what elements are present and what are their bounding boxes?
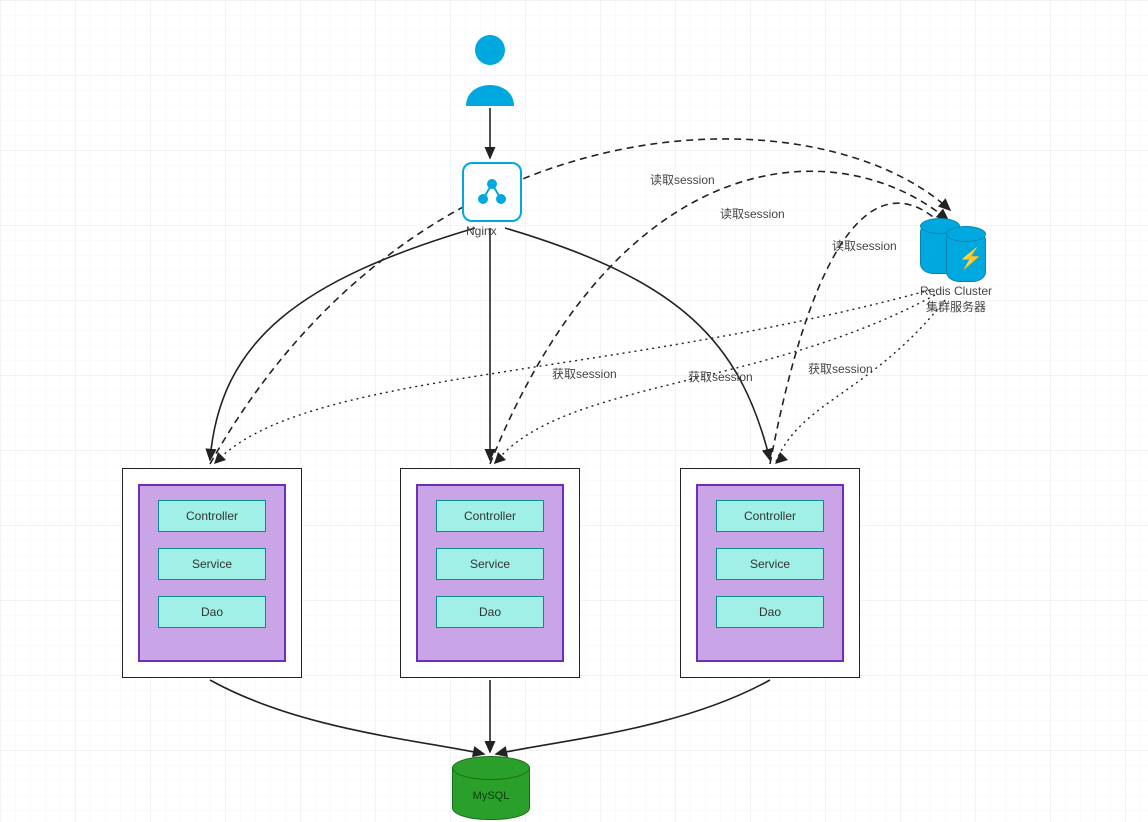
redis-label: Redis Cluster 集群服务器 bbox=[876, 284, 1036, 315]
edge-label-read1: 读取session bbox=[650, 171, 715, 188]
app1-dao: Dao bbox=[158, 596, 266, 628]
app1-inner: Controller Service Dao bbox=[138, 484, 286, 662]
mysql-label: MySQL bbox=[452, 790, 530, 802]
edge-label-get2: 获取session bbox=[688, 368, 753, 385]
nginx-node bbox=[462, 162, 522, 222]
app3-controller: Controller bbox=[716, 500, 824, 532]
mysql-node: MySQL bbox=[452, 756, 530, 820]
edge-label-read2: 读取session bbox=[720, 205, 785, 222]
app3-service: Service bbox=[716, 548, 824, 580]
nginx-box bbox=[462, 162, 522, 222]
edge-label-read3: 读取session bbox=[832, 237, 897, 254]
loadbalancer-icon bbox=[475, 175, 509, 209]
app2-inner: Controller Service Dao bbox=[416, 484, 564, 662]
redis-node: ⚡ Redis Cluster 集群服务器 bbox=[920, 218, 990, 282]
nginx-label: Nginx bbox=[466, 224, 497, 238]
app2-dao: Dao bbox=[436, 596, 544, 628]
edge-label-get3: 获取session bbox=[808, 360, 873, 377]
app-server-3: Controller Service Dao bbox=[680, 468, 860, 678]
app-server-2: Controller Service Dao bbox=[400, 468, 580, 678]
diagram-canvas: Nginx ⚡ Redis Cluster 集群服务器 读取session 读取… bbox=[0, 0, 1148, 822]
app-server-1: Controller Service Dao bbox=[122, 468, 302, 678]
redis-title: Redis Cluster bbox=[920, 284, 992, 298]
app2-service: Service bbox=[436, 548, 544, 580]
grid-background bbox=[0, 0, 1148, 822]
app2-controller: Controller bbox=[436, 500, 544, 532]
app1-controller: Controller bbox=[158, 500, 266, 532]
user-icon bbox=[462, 30, 518, 106]
bolt-icon: ⚡ bbox=[958, 246, 983, 271]
app3-dao: Dao bbox=[716, 596, 824, 628]
edge-label-get1: 获取session bbox=[552, 365, 617, 382]
app1-service: Service bbox=[158, 548, 266, 580]
redis-subtitle: 集群服务器 bbox=[926, 300, 986, 314]
app3-inner: Controller Service Dao bbox=[696, 484, 844, 662]
